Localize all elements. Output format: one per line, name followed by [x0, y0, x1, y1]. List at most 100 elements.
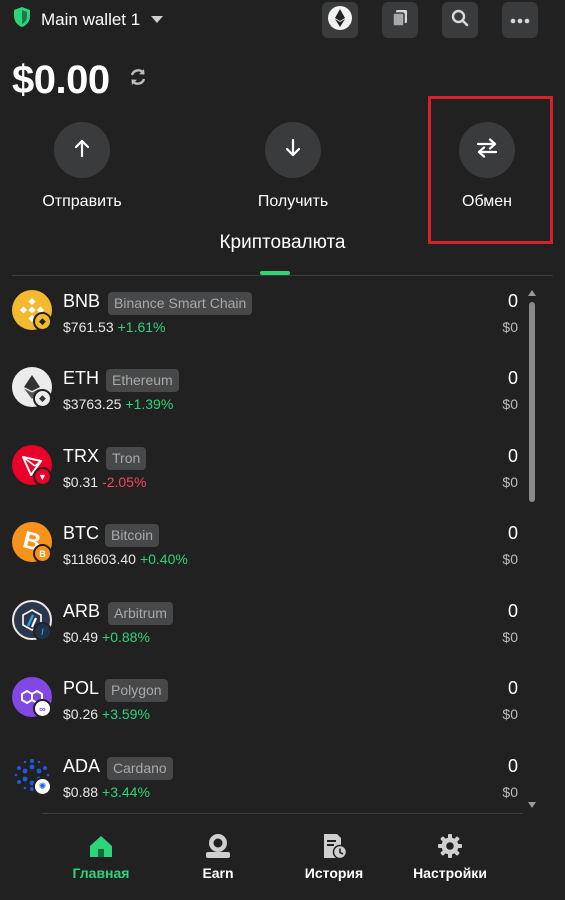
asset-amount: 0	[507, 756, 518, 776]
home-icon	[46, 832, 156, 860]
asset-price-value: $0.88	[63, 784, 99, 800]
asset-fiat-value: $0	[502, 319, 518, 335]
receive-label: Получить	[257, 193, 329, 210]
asset-price: $118603.40 +0.40%	[63, 551, 188, 567]
nav-history-label: История	[304, 865, 364, 881]
more-icon	[510, 11, 530, 29]
receive-action[interactable]: Получить	[223, 122, 363, 211]
arrow-up-icon	[73, 138, 91, 163]
asset-row[interactable]: ✺ ADA Cardano $0.88 +3.44% 0 $0	[0, 741, 528, 811]
asset-amount: 0	[507, 678, 518, 698]
eth-chain-badge-icon: ◆	[33, 389, 52, 408]
asset-symbol: POL	[63, 678, 100, 698]
asset-change: +0.88%	[102, 629, 150, 645]
btc-chain-badge-icon: B	[33, 544, 52, 563]
asset-chain: Tron	[106, 447, 147, 470]
shield-icon	[12, 6, 32, 33]
asset-price-value: $0.49	[63, 629, 99, 645]
settings-icon	[395, 832, 505, 860]
send-action[interactable]: Отправить	[12, 122, 152, 211]
asset-fiat-value: $0	[502, 474, 518, 490]
asset-change: +0.40%	[139, 551, 188, 567]
receive-button[interactable]	[265, 122, 321, 178]
wallet-selector[interactable]: Main wallet 1	[12, 6, 164, 33]
asset-fiat-value: $0	[502, 784, 518, 800]
asset-amount: 0	[507, 368, 518, 388]
scrollbar-thumb[interactable]	[529, 302, 535, 502]
nav-history[interactable]: История	[279, 832, 389, 881]
asset-change: +3.59%	[102, 706, 150, 722]
asset-price: $761.53 +1.61%	[63, 319, 165, 335]
asset-symbol: ETH	[63, 368, 99, 388]
top-bar: Main wallet 1	[0, 0, 565, 38]
asset-price: $0.49 +0.88%	[63, 629, 150, 645]
asset-change: +1.61%	[117, 319, 166, 335]
asset-fiat-value: $0	[502, 396, 518, 412]
asset-price-value: $761.53	[63, 319, 114, 335]
asset-row[interactable]: ◆ BNB Binance Smart Chain $761.53 +1.61% …	[0, 276, 528, 346]
asset-price: $3763.25 +1.39%	[63, 396, 173, 412]
asset-price-value: $0.26	[63, 706, 99, 722]
nav-earn[interactable]: Earn	[163, 832, 273, 881]
asset-chain: Arbitrum	[108, 602, 173, 625]
bottom-nav-divider	[42, 813, 523, 814]
asset-change: +3.44%	[102, 784, 150, 800]
asset-amount: 0	[507, 446, 518, 466]
send-button[interactable]	[54, 122, 110, 178]
arrow-down-icon	[284, 138, 302, 163]
asset-symbol: ARB	[63, 601, 101, 621]
asset-amount: 0	[507, 601, 518, 621]
asset-fiat-value: $0	[502, 629, 518, 645]
nav-earn-label: Earn	[202, 865, 234, 881]
nav-settings-label: Настройки	[413, 865, 487, 881]
earn-icon	[163, 832, 273, 860]
asset-chain: Binance Smart Chain	[108, 292, 253, 315]
more-button[interactable]	[502, 2, 538, 38]
search-icon	[450, 8, 470, 33]
pol-chain-badge-icon: ∞	[33, 699, 52, 718]
scroll-down-arrow-icon[interactable]	[528, 802, 536, 808]
ethereum-icon	[327, 5, 353, 36]
asset-symbol: ADA	[63, 756, 101, 776]
asset-chain: Bitcoin	[105, 524, 160, 547]
wallet-name: Main wallet 1	[41, 9, 141, 29]
asset-amount: 0	[507, 523, 518, 543]
asset-row[interactable]: B B BTC Bitcoin $118603.40 +0.40% 0 $0	[0, 508, 528, 578]
asset-list[interactable]: ◆ BNB Binance Smart Chain $761.53 +1.61% …	[0, 276, 528, 812]
trx-chain-badge-icon: ▼	[33, 467, 52, 486]
asset-price: $0.31 -2.05%	[63, 474, 146, 490]
scroll-up-arrow-icon[interactable]	[528, 290, 536, 296]
asset-chain: Polygon	[105, 679, 168, 702]
asset-price-value: $0.31	[63, 474, 99, 490]
swap-highlight-frame	[428, 96, 553, 244]
refresh-icon[interactable]	[127, 66, 149, 88]
asset-chain: Cardano	[107, 757, 173, 780]
chevron-down-icon	[151, 16, 164, 23]
network-button[interactable]	[322, 2, 358, 38]
asset-row[interactable]: ▼ TRX Tron $0.31 -2.05% 0 $0	[0, 431, 528, 501]
search-button[interactable]	[442, 2, 478, 38]
asset-row[interactable]: ∞ POL Polygon $0.26 +3.59% 0 $0	[0, 663, 528, 733]
send-label: Отправить	[42, 193, 122, 210]
nav-home-label: Главная	[72, 865, 130, 881]
copy-button[interactable]	[382, 2, 418, 38]
asset-symbol: BTC	[63, 523, 99, 543]
tab-crypto[interactable]: Криптовалюта	[0, 232, 565, 254]
asset-change: +1.39%	[125, 396, 174, 412]
asset-fiat-value: $0	[502, 551, 518, 567]
arb-chain-badge-icon: /	[33, 622, 52, 641]
asset-symbol: BNB	[63, 291, 101, 311]
history-icon	[279, 832, 389, 860]
nav-settings[interactable]: Настройки	[395, 832, 505, 881]
asset-chain: Ethereum	[106, 369, 179, 392]
copy-icon	[390, 8, 410, 33]
asset-price: $0.26 +3.59%	[63, 706, 150, 722]
asset-row[interactable]: / ARB Arbitrum $0.49 +0.88% 0 $0	[0, 586, 528, 656]
asset-price-value: $118603.40	[63, 551, 136, 567]
asset-row[interactable]: ◆ ETH Ethereum $3763.25 +1.39% 0 $0	[0, 353, 528, 423]
total-balance: $0.00	[12, 58, 110, 102]
asset-price: $0.88 +3.44%	[63, 784, 150, 800]
nav-home[interactable]: Главная	[46, 832, 156, 881]
asset-symbol: TRX	[63, 446, 99, 466]
asset-price-value: $3763.25	[63, 396, 122, 412]
